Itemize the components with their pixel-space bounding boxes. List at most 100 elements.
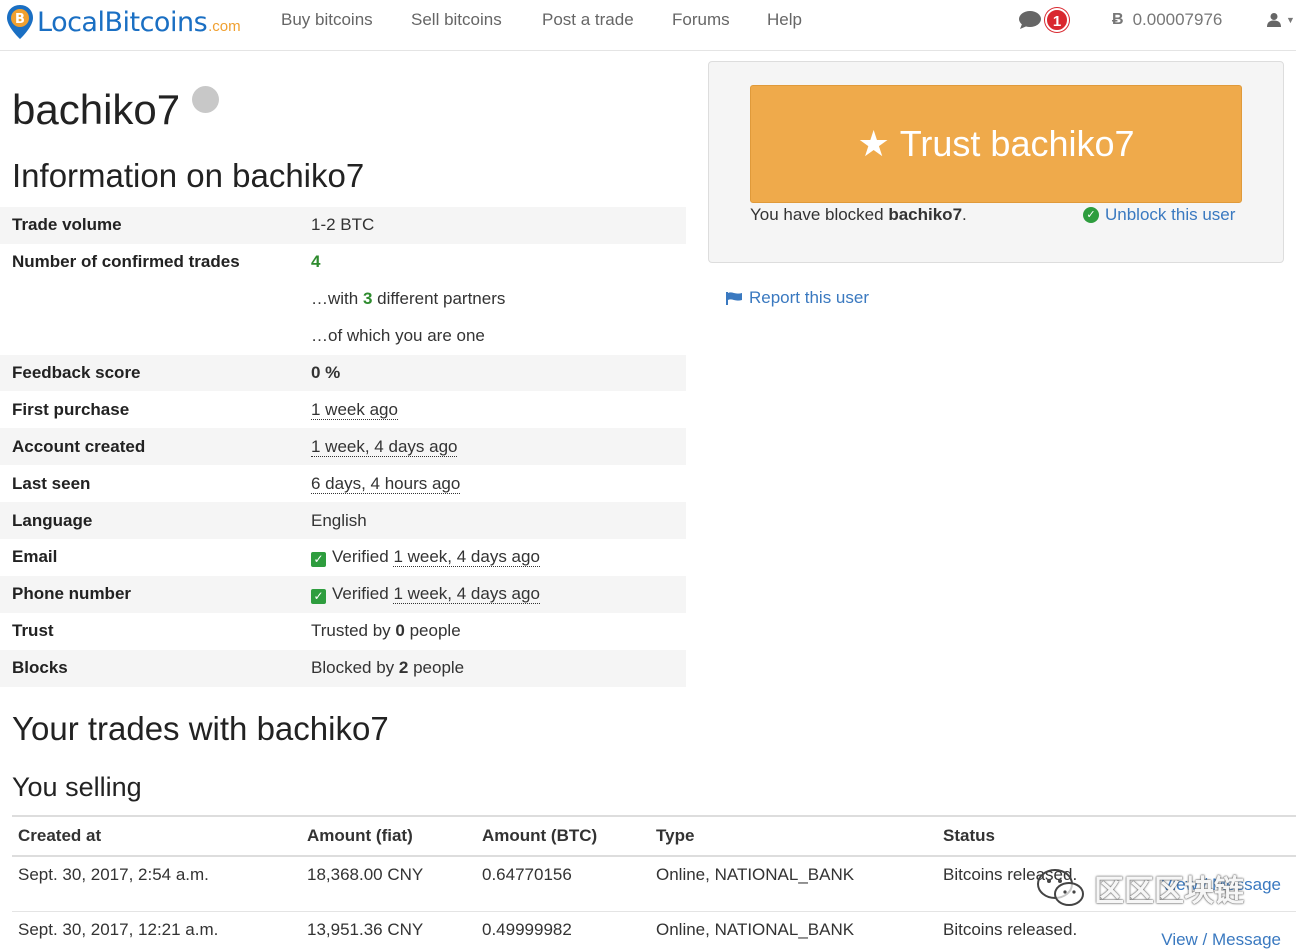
nav-buy-bitcoins[interactable]: Buy bitcoins — [281, 10, 373, 30]
trust-user-button[interactable]: ★ Trust bachiko7 — [750, 85, 1242, 203]
info-label: Last seen — [12, 473, 91, 493]
table-row: Sept. 30, 2017, 12:21 a.m. 13,951.36 CNY… — [12, 912, 1296, 950]
watermark-text: 区区区块链 — [1094, 875, 1244, 908]
info-label: Language — [12, 510, 93, 530]
page-title: bachiko7 — [12, 86, 181, 133]
trades-heading: Your trades with bachiko7 — [12, 710, 389, 747]
nav-sell-bitcoins[interactable]: Sell bitcoins — [411, 10, 502, 30]
info-label: Trade volume — [12, 215, 122, 235]
info-label: Phone number — [12, 584, 132, 604]
info-row-you-one: …of which you are one — [0, 318, 686, 355]
ok-circle-icon: ✓ — [1083, 207, 1099, 223]
phone-verified: Verified — [332, 584, 389, 604]
info-label: Email — [12, 547, 58, 567]
online-status-indicator — [192, 86, 219, 113]
info-label: Trust — [12, 621, 54, 641]
selling-subheading: You selling — [12, 772, 142, 802]
info-label: Blocks — [12, 658, 68, 678]
svg-text:B: B — [15, 12, 25, 27]
balance-value: 0.00007976 — [1132, 10, 1223, 29]
nav-post-trade[interactable]: Post a trade — [542, 10, 634, 30]
type-cell: Online, NATIONAL_BANK — [656, 865, 855, 884]
chat-bubble-icon — [1019, 11, 1041, 29]
nav-help[interactable]: Help — [767, 10, 802, 30]
unblock-user-link[interactable]: ✓ Unblock this user — [1083, 205, 1235, 225]
feedback-score-value: 0 % — [311, 363, 341, 382]
info-row-partners: …with 3 different partners — [0, 281, 686, 318]
column-header: Status — [943, 826, 995, 845]
blocks-count: 2 — [398, 658, 409, 678]
table-header: Created at Amount (fiat) Amount (BTC) Ty… — [12, 817, 1296, 857]
you-one-value: …of which you are one — [311, 326, 485, 346]
last-seen-value[interactable]: 6 days, 4 hours ago — [311, 473, 461, 494]
info-row-account-created: Account created 1 week, 4 days ago — [0, 428, 686, 466]
info-row-trade-volume: Trade volume 1-2 BTC — [0, 207, 686, 244]
trust-panel: ★ Trust bachiko7 You have blocked bachik… — [708, 61, 1284, 263]
amount-fiat-cell: 13,951.36 CNY — [307, 920, 424, 939]
report-label: Report this user — [749, 288, 869, 307]
info-row-feedback: Feedback score 0 % — [0, 354, 686, 392]
site-logo[interactable]: B LocalBitcoins .com — [6, 2, 241, 42]
amount-btc-cell: 0.49999982 — [482, 920, 572, 939]
email-verified-when[interactable]: 1 week, 4 days ago — [393, 547, 540, 568]
trust-button-label: Trust bachiko7 — [899, 123, 1135, 164]
created-at-cell: Sept. 30, 2017, 2:54 a.m. — [18, 865, 209, 884]
trade-volume-value: 1-2 BTC — [311, 215, 375, 235]
info-label: Number of confirmed trades — [12, 252, 240, 272]
amount-btc-cell: 0.64770156 — [482, 865, 572, 884]
user-info-table: Trade volume 1-2 BTC Number of confirmed… — [0, 207, 686, 687]
info-label: Account created — [12, 436, 146, 456]
status-cell: Bitcoins released. — [943, 920, 1078, 939]
view-message-link[interactable]: View / Message — [1161, 930, 1281, 950]
check-icon: ✓ — [311, 589, 326, 605]
logo-suffix: .com — [208, 17, 241, 35]
nav-forums[interactable]: Forums — [672, 10, 730, 30]
account-created-value[interactable]: 1 week, 4 days ago — [311, 436, 458, 457]
info-row-confirmed-trades: Number of confirmed trades 4 — [0, 244, 686, 281]
info-row-last-seen: Last seen 6 days, 4 hours ago — [0, 465, 686, 502]
phone-verified-when[interactable]: 1 week, 4 days ago — [393, 584, 540, 605]
language-value: English — [311, 510, 367, 530]
bitcoin-icon: Ƀ — [1112, 11, 1124, 28]
blocked-username: bachiko7 — [888, 205, 963, 224]
info-label: First purchase — [12, 399, 130, 419]
info-row-phone: Phone number ✓ Verified 1 week, 4 days ag… — [0, 575, 686, 613]
trust-value: Trusted by 0 people — [311, 621, 461, 641]
amount-fiat-cell: 18,368.00 CNY — [307, 865, 424, 884]
top-navbar: B LocalBitcoins .com Buy bitcoins Sell b… — [0, 0, 1296, 51]
watermark: 区区区块链 — [1036, 866, 1244, 910]
confirmed-trades-value: 4 — [311, 252, 321, 272]
email-verified: Verified — [332, 547, 389, 567]
notifications-button[interactable]: 1 — [1018, 8, 1069, 32]
info-row-first-purchase: First purchase 1 week ago — [0, 391, 686, 428]
info-label: Feedback score — [12, 363, 141, 382]
unblock-label: Unblock this user — [1105, 205, 1236, 224]
type-cell: Online, NATIONAL_BANK — [656, 920, 855, 939]
info-row-blocks: Blocks Blocked by 2 people — [0, 649, 686, 687]
column-header: Amount (fiat) — [307, 826, 413, 845]
blocked-notice: You have blocked bachiko7. — [750, 205, 967, 224]
wallet-balance[interactable]: Ƀ 0.00007976 — [1112, 10, 1222, 30]
check-icon: ✓ — [311, 552, 326, 568]
first-purchase-value[interactable]: 1 week ago — [311, 399, 398, 420]
column-header: Amount (BTC) — [482, 826, 598, 845]
caret-down-icon: ▼ — [1286, 15, 1295, 25]
info-row-language: Language English — [0, 502, 686, 540]
info-heading: Information on bachiko7 — [12, 157, 365, 194]
info-row-email: Email ✓ Verified 1 week, 4 days ago — [0, 539, 686, 576]
report-user-link[interactable]: Report this user — [726, 288, 869, 308]
flag-icon — [726, 291, 742, 305]
logo-pin-icon: B — [7, 5, 33, 39]
partners-value: …with 3 different partners — [311, 289, 506, 309]
notification-badge: 1 — [1045, 8, 1069, 32]
blocks-value: Blocked by 2 people — [311, 658, 465, 678]
wechat-icon — [1037, 869, 1084, 906]
user-icon — [1267, 13, 1281, 27]
info-row-trust: Trust Trusted by 0 people — [0, 613, 686, 650]
column-header: Created at — [18, 826, 102, 845]
column-header: Type — [656, 826, 695, 845]
trust-count: 0 — [395, 621, 405, 641]
created-at-cell: Sept. 30, 2017, 12:21 a.m. — [18, 920, 219, 939]
user-menu-button[interactable]: ▼ — [1266, 12, 1295, 28]
logo-text: LocalBitcoins — [37, 6, 208, 38]
